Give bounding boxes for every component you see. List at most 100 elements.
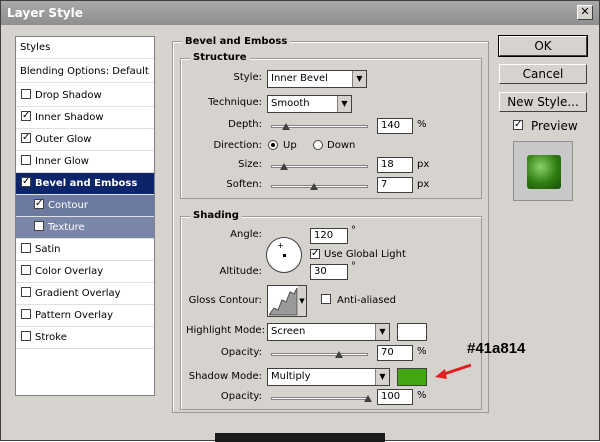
gloss-contour-label: Gloss Contour: [188, 295, 262, 306]
style-item-inner-glow[interactable]: Inner Glow [16, 151, 154, 173]
size-slider-thumb[interactable] [280, 163, 288, 170]
preview-label: Preview [531, 119, 578, 133]
new-style-button[interactable]: New Style... [499, 92, 587, 112]
highlight-opacity-slider-track[interactable] [271, 353, 368, 356]
checkbox-checked-icon[interactable]: ✓ [513, 120, 523, 130]
highlight-opacity-label: Opacity: [220, 347, 262, 358]
checkbox-icon[interactable] [21, 89, 31, 99]
highlight-opacity-input[interactable]: 70 [377, 345, 413, 361]
shadow-mode-label: Shadow Mode: [188, 371, 262, 382]
style-item-stroke[interactable]: Stroke [16, 327, 154, 349]
depth-slider-thumb[interactable] [282, 123, 290, 130]
styles-label: Styles [20, 42, 51, 53]
direction-up-radio[interactable] [268, 140, 278, 150]
checkbox-checked-icon[interactable]: ✓ [310, 249, 320, 259]
chevron-down-icon[interactable]: ▼ [298, 286, 306, 316]
style-item-label: Satin [35, 244, 61, 255]
structure-title: Structure [190, 52, 250, 63]
style-item-label: Contour [48, 200, 88, 211]
annotation-arrow-icon [435, 363, 472, 379]
soften-unit: px [417, 179, 430, 190]
style-item-bevel-emboss[interactable]: ✓ Bevel and Emboss [16, 173, 154, 195]
style-item-label: Bevel and Emboss [35, 178, 138, 189]
shading-title: Shading [190, 210, 242, 221]
checkbox-icon[interactable] [21, 287, 31, 297]
style-item-gradient-overlay[interactable]: Gradient Overlay [16, 283, 154, 305]
style-item-label: Stroke [35, 332, 67, 343]
technique-select[interactable]: Smooth ▼ [267, 95, 352, 113]
style-item-label: Inner Glow [35, 156, 89, 167]
style-select[interactable]: Inner Bevel ▼ [267, 70, 367, 88]
technique-select-value: Smooth [271, 98, 310, 109]
bevel-emboss-title: Bevel and Emboss [182, 36, 291, 47]
checkbox-icon[interactable] [321, 294, 331, 304]
shadow-mode-value: Multiply [271, 371, 311, 382]
chevron-down-icon[interactable]: ▼ [337, 96, 351, 112]
altitude-input[interactable]: 30 [310, 264, 348, 280]
size-unit: px [417, 159, 430, 170]
checkbox-checked-icon[interactable]: ✓ [21, 133, 31, 143]
gloss-contour-picker[interactable]: ▼ [267, 285, 307, 317]
checkbox-icon[interactable] [34, 221, 44, 231]
chevron-down-icon[interactable]: ▼ [375, 324, 389, 340]
depth-input[interactable]: 140 [377, 118, 413, 134]
style-item-texture[interactable]: Texture [16, 217, 154, 239]
shadow-opacity-unit: % [417, 390, 427, 401]
style-item-inner-shadow[interactable]: ✓ Inner Shadow [16, 107, 154, 129]
crosshair-icon: + [277, 241, 284, 250]
highlight-color-swatch[interactable] [397, 323, 427, 341]
shadow-opacity-input[interactable]: 100 [377, 389, 413, 405]
checkbox-icon[interactable] [21, 331, 31, 341]
angle-dot [283, 254, 286, 257]
highlight-opacity-slider-thumb[interactable] [335, 351, 343, 358]
direction-down-label: Down [327, 140, 356, 151]
checkbox-checked-icon[interactable]: ✓ [21, 111, 31, 121]
blending-options-label: Blending Options: Default [20, 66, 149, 77]
style-item-label: Inner Shadow [35, 112, 104, 123]
direction-up-label: Up [283, 140, 297, 151]
checkbox-icon[interactable] [21, 155, 31, 165]
soften-slider-thumb[interactable] [310, 183, 318, 190]
size-input[interactable]: 18 [377, 157, 413, 173]
direction-down-radio[interactable] [313, 140, 323, 150]
close-icon[interactable]: ✕ [577, 5, 593, 20]
chevron-down-icon[interactable]: ▼ [375, 369, 389, 385]
checkbox-icon[interactable] [21, 265, 31, 275]
angle-input[interactable]: 120 [310, 228, 348, 244]
checkbox-icon[interactable] [21, 243, 31, 253]
shadow-opacity-label: Opacity: [220, 391, 262, 402]
title-bar: Layer Style ✕ [1, 1, 599, 25]
style-item-label: Texture [48, 222, 85, 233]
technique-label: Technique: [208, 97, 262, 108]
shadow-color-swatch[interactable] [397, 368, 427, 386]
blending-options[interactable]: Blending Options: Default [16, 61, 154, 83]
style-item-label: Gradient Overlay [35, 288, 121, 299]
chevron-down-icon[interactable]: ▼ [352, 71, 366, 87]
checkbox-checked-icon[interactable]: ✓ [34, 199, 44, 209]
shadow-opacity-slider-thumb[interactable] [364, 395, 372, 402]
antialiased-label: Anti-aliased [337, 295, 397, 306]
shadow-mode-select[interactable]: Multiply ▼ [267, 368, 390, 386]
soften-slider-track[interactable] [271, 185, 368, 188]
styles-header[interactable]: Styles [16, 37, 154, 59]
altitude-degree: ° [351, 261, 356, 272]
style-item-pattern-overlay[interactable]: Pattern Overlay [16, 305, 154, 327]
ok-button[interactable]: OK [498, 35, 588, 57]
angle-dial[interactable]: + [266, 237, 302, 273]
style-item-color-overlay[interactable]: Color Overlay [16, 261, 154, 283]
style-item-drop-shadow[interactable]: Drop Shadow [16, 85, 154, 107]
angle-degree: ° [351, 225, 356, 236]
style-item-label: Drop Shadow [35, 90, 102, 101]
angle-label: Angle: [230, 229, 262, 240]
cancel-button[interactable]: Cancel [499, 64, 587, 84]
style-item-outer-glow[interactable]: ✓ Outer Glow [16, 129, 154, 151]
highlight-mode-select[interactable]: Screen ▼ [267, 323, 390, 341]
soften-input[interactable]: 7 [377, 177, 413, 193]
checkbox-icon[interactable] [21, 309, 31, 319]
checkbox-checked-icon[interactable]: ✓ [21, 177, 31, 187]
style-item-satin[interactable]: Satin [16, 239, 154, 261]
style-label: Style: [233, 72, 263, 83]
shadow-opacity-slider-track[interactable] [271, 397, 368, 400]
altitude-label: Altitude: [219, 266, 262, 277]
style-item-contour[interactable]: ✓ Contour [16, 195, 154, 217]
